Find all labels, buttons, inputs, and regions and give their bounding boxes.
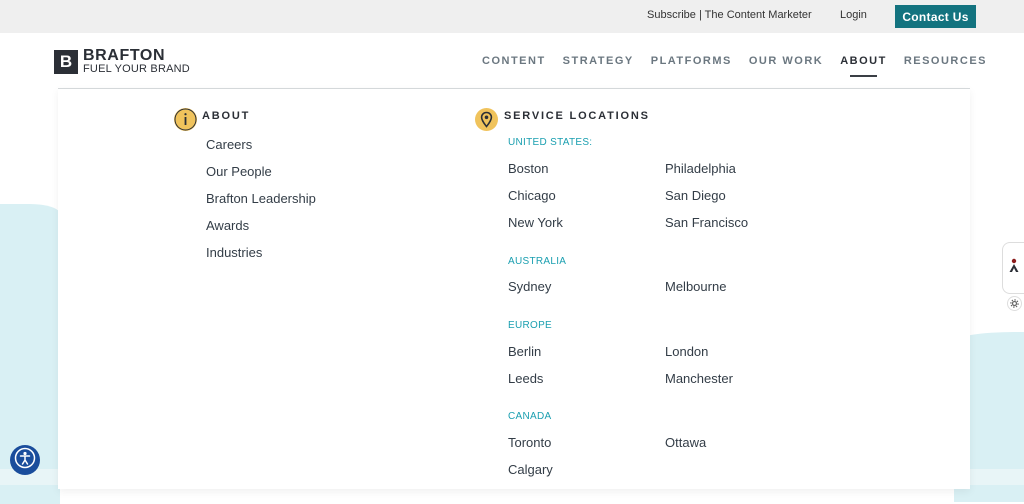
logo-mark-icon: B [54,49,78,74]
city-calgary[interactable]: Calgary [508,462,553,477]
region-canada: CANADA [508,411,552,422]
region-europe: EUROPE [508,320,553,331]
login-link[interactable]: Login [840,9,867,21]
logo-name: BRAFTON [83,47,166,64]
city-melbourne[interactable]: Melbourne [665,279,726,294]
utility-bar: Subscribe | The Content Marketer Login C… [0,0,1024,33]
nav-platforms[interactable]: PLATFORMS [651,55,732,67]
service-locations-title: SERVICE LOCATIONS [504,110,650,122]
city-ottawa[interactable]: Ottawa [665,435,706,450]
city-berlin[interactable]: Berlin [508,344,541,359]
city-toronto[interactable]: Toronto [508,435,551,450]
gear-icon[interactable] [1007,296,1022,311]
contact-us-button[interactable]: Contact Us [895,5,976,28]
accessibility-icon [14,447,36,474]
city-chicago[interactable]: Chicago [508,188,556,203]
about-link-awards[interactable]: Awards [206,218,249,233]
region-united-states: UNITED STATES: [508,137,593,148]
accessibility-button[interactable] [10,445,40,475]
about-link-careers[interactable]: Careers [206,137,252,152]
brand-logo[interactable]: B BRAFTON FUEL YOUR BRAND [54,48,190,75]
info-icon [174,108,197,131]
about-dropdown-panel: ABOUT Careers Our People Brafton Leaders… [58,88,970,489]
about-link-industries[interactable]: Industries [206,245,262,260]
logo-tagline: FUEL YOUR BRAND [83,63,190,75]
about-title: ABOUT [202,110,251,122]
city-london[interactable]: London [665,344,708,359]
nav-content[interactable]: CONTENT [482,55,546,67]
person-icon [1008,258,1020,279]
nav-our-work[interactable]: OUR WORK [749,55,823,67]
region-australia: AUSTRALIA [508,256,567,267]
about-link-leadership[interactable]: Brafton Leadership [206,191,316,206]
city-leeds[interactable]: Leeds [508,371,543,386]
subscribe-link[interactable]: Subscribe | The Content Marketer [647,9,812,21]
about-link-our-people[interactable]: Our People [206,164,272,179]
city-new-york[interactable]: New York [508,215,563,230]
city-boston[interactable]: Boston [508,161,548,176]
nav-resources[interactable]: RESOURCES [904,55,987,67]
nav-about[interactable]: ABOUT [840,55,887,77]
city-philadelphia[interactable]: Philadelphia [665,161,736,176]
city-san-diego[interactable]: San Diego [665,188,726,203]
side-widget-tab[interactable] [1002,242,1024,294]
map-pin-icon [475,108,498,131]
main-nav: CONTENT STRATEGY PLATFORMS OUR WORK ABOU… [482,55,1004,77]
city-manchester[interactable]: Manchester [665,371,733,386]
city-sydney[interactable]: Sydney [508,279,551,294]
city-san-francisco[interactable]: San Francisco [665,215,748,230]
nav-strategy[interactable]: STRATEGY [563,55,634,67]
